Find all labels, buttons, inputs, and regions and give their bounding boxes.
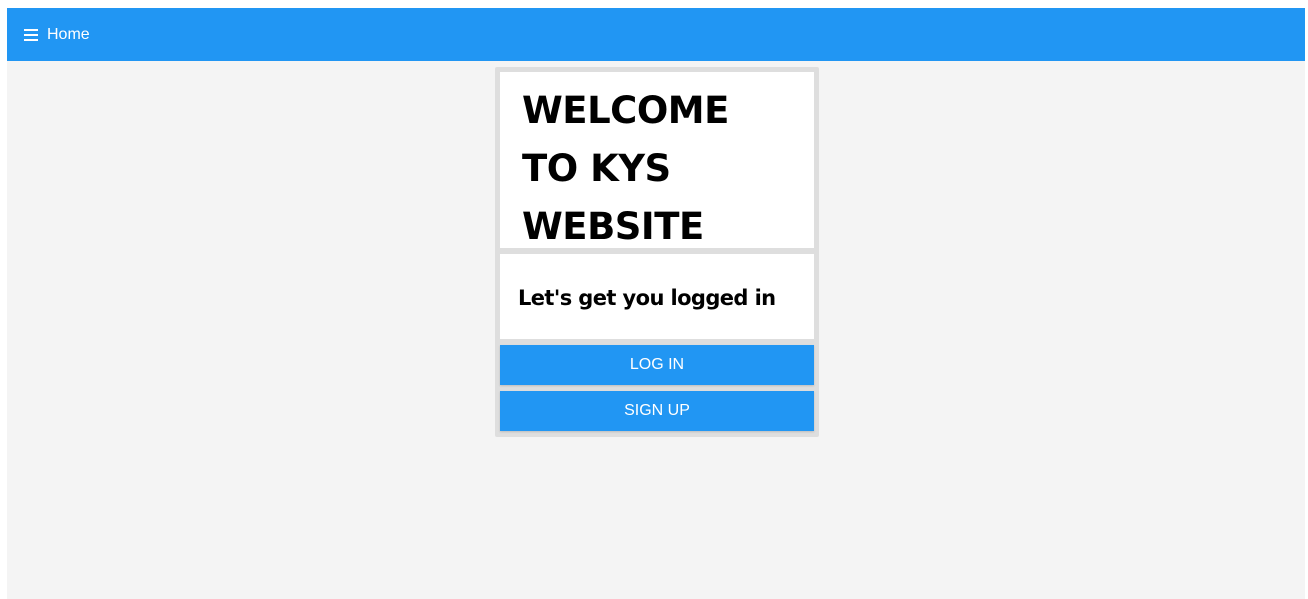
welcome-line-2: TO KYS — [522, 147, 671, 190]
hamburger-menu-icon[interactable] — [24, 29, 38, 41]
login-prompt-panel: Let's get you logged in — [500, 254, 814, 339]
home-link[interactable]: Home — [47, 25, 90, 45]
menu-icon-line — [24, 34, 38, 36]
top-app-bar: Home — [7, 8, 1305, 61]
welcome-line-3: WEBSITE — [522, 205, 704, 248]
app-frame: Home WELCOME TO KYS WEBSITE Let's get yo… — [7, 8, 1305, 599]
sign-up-button[interactable]: SIGN UP — [500, 391, 814, 431]
welcome-line-1: WELCOME — [522, 89, 729, 132]
welcome-panel: WELCOME TO KYS WEBSITE — [500, 72, 814, 248]
login-prompt-text: Let's get you logged in — [518, 286, 776, 310]
welcome-heading: WELCOME TO KYS WEBSITE — [522, 82, 802, 256]
menu-icon-line — [24, 29, 38, 31]
log-in-button[interactable]: LOG IN — [500, 345, 814, 385]
welcome-card: WELCOME TO KYS WEBSITE Let's get you log… — [495, 67, 819, 437]
menu-icon-line — [24, 39, 38, 41]
